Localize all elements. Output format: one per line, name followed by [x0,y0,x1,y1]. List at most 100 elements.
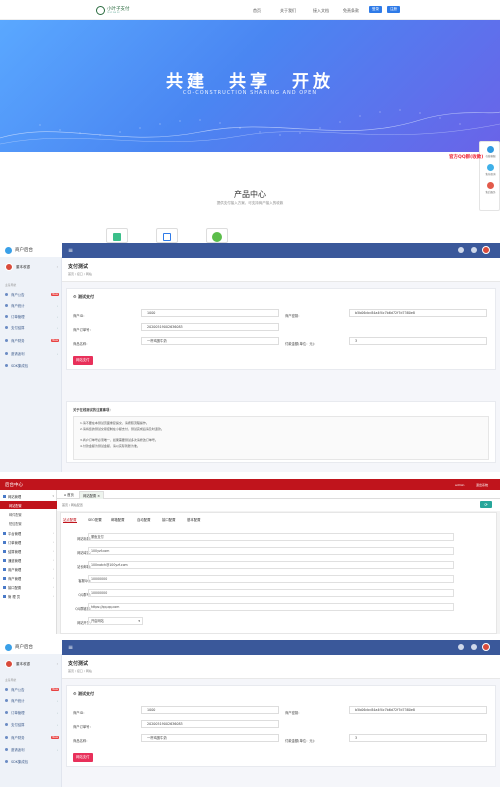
sidebar-item-settlement[interactable]: 支付结算 › [0,323,62,332]
sidebar-item-invite[interactable]: 邀请返利 › [0,745,62,754]
sidebar-item-invite[interactable]: 邀请返利 › [0,349,62,358]
sidebar-item-finance[interactable]: 商户财务 New [0,336,62,345]
sidebar-item-sms-config[interactable]: 短信配置 [0,519,57,527]
user-profile[interactable]: 董本收银 › [0,659,62,669]
sidebar-item-mail-config[interactable]: 邮件配置 [0,510,57,518]
nav-home[interactable]: 首页 [253,8,261,14]
side-presale[interactable]: 售前咨询 [480,164,500,176]
merchant-key-field[interactable]: b5b06dcc84a4f4c7b6d72f7d7380e8 [349,309,487,317]
qq-group-input[interactable]: 10000000 [88,589,454,597]
order-no-field[interactable]: 20200519002636083 [141,323,279,331]
sidebar-item-label: 邀请返利 [11,748,25,752]
nav-terms[interactable]: 免责条款 [343,8,359,14]
product-name-field[interactable]: 一杯鸡蛋牛奶 [141,734,279,742]
sidebar-item-settlement[interactable]: 支付结算 › [0,720,62,729]
sidebar-item-notice[interactable]: 商户公告 New [0,685,62,694]
merchant-id-field[interactable]: 1000 [141,309,279,317]
product-name-field[interactable]: 一杯鸡蛋牛奶 [141,337,279,345]
list-icon [5,315,8,318]
site-switch-select[interactable]: 开启网站 ▾ [88,617,143,625]
nav-docs[interactable]: 接入文档 [313,8,329,14]
web-pay-button[interactable]: 网站支付 [73,753,93,762]
subtab-api[interactable]: 接口配置 [162,517,176,522]
admin2-user[interactable]: admin [455,483,464,487]
order-no-field[interactable]: 20200519002636083 [141,720,279,728]
official-group-link[interactable]: 官方QQ群(收款) [449,154,483,160]
sidebar-item-finance[interactable]: 商户财务 New [0,733,62,742]
sidebar-item-orders[interactable]: 订单管理 › [0,708,62,717]
breadcrumb[interactable]: 首页 / 网站配置 [62,503,83,507]
merchant-key-field[interactable]: b5b06dcc84a4f4c7b6d72f7d7380e8 [349,706,487,714]
sidebar-item-api[interactable]: 接口配置 › [0,583,57,591]
avatar[interactable] [482,246,490,254]
site-domain-input[interactable]: 100yzf.com [88,547,454,555]
plug-icon [3,585,6,589]
sidebar-item-site-config[interactable]: 网站配置 [0,501,57,509]
sidebar-item-sdk[interactable]: SDK集成包 [0,361,62,370]
tab-home[interactable]: ⌂ 首页 [61,491,77,499]
sidebar-item-site[interactable]: 网站管理 ▾ [0,492,57,500]
subtab-seo[interactable]: SEO配置 [88,517,102,522]
sidebar-item-notice[interactable]: 商户公告 New [0,290,62,299]
subtab-mail[interactable]: 邮箱配置 [111,517,125,522]
sidebar-item-admins[interactable]: 管 理 员 › [0,592,57,600]
subtab-site[interactable]: 站点配置 [63,517,77,523]
home-icon [3,494,6,498]
page-title: 支付测试 [68,661,89,667]
message-icon[interactable] [471,247,477,253]
sidebar-item-orders[interactable]: 订单管理 › [0,538,57,546]
sidebar-item-users[interactable]: 用户管理 › [0,565,57,573]
notification-icon[interactable] [458,644,464,650]
qq-group-link-input[interactable]: https://qq.qq.com [88,603,454,611]
nav-about[interactable]: 关于我们 [280,8,296,14]
merchant-id-field[interactable]: 1000 [141,706,279,714]
sidebar-item-merchants[interactable]: 商户管理 › [0,574,57,582]
sidebar-item-settlement[interactable]: 结算管理 › [0,547,57,555]
money-icon [5,326,8,329]
wallet-icon [5,339,8,342]
chevron-right-icon: › [52,585,54,589]
tab-site-config[interactable]: 网站配置 × [79,491,105,499]
brand-logo-icon [5,246,12,254]
sidebar-item-label: 商户公告 [11,688,25,692]
subtab-basic[interactable]: 基本配置 [187,517,201,522]
subtab-auto[interactable]: 自动配置 [137,517,151,522]
logout-link[interactable]: 退出系统 [476,483,488,487]
sidebar-item-channels[interactable]: 通道管理 › [0,556,57,564]
breadcrumb[interactable]: 首页 / 接口 / 网站 [68,669,92,673]
product-card[interactable] [206,228,228,243]
amount-field[interactable]: 3 [349,734,487,742]
product-center-title: 产品中心 [234,190,266,199]
tab-label: 网站配置 [83,494,97,498]
user-profile[interactable]: 董本收银 › [0,262,62,272]
notification-icon[interactable] [458,247,464,253]
card-title: ⚙ 测试支付 [73,691,94,697]
register-button[interactable]: 注册 [387,6,400,13]
admin-email-input[interactable]: 100notch@100yzf.com [88,561,454,569]
menu-toggle-icon[interactable]: ≡ [68,644,73,651]
message-icon[interactable] [471,644,477,650]
sidebar-item-stats[interactable]: 商户统计 › [0,696,62,705]
login-button[interactable]: 登录 [369,6,382,13]
product-card[interactable] [106,228,128,243]
service-qq-input[interactable]: 10000000 [88,575,454,583]
site-logo[interactable]: 小叶子支付 YE ZI ZHI FU [96,5,156,15]
menu-toggle-icon[interactable]: ≡ [68,247,73,254]
sidebar-item-sdk[interactable]: SDK集成包 [0,757,62,766]
sidebar-item-orders[interactable]: 订单管理 › [0,312,62,321]
breadcrumb[interactable]: 首页 / 接口 / 网站 [68,272,92,276]
web-pay-button[interactable]: 网站支付 [73,356,93,365]
merchant-id-label: 商户ID： [73,314,87,318]
site-title-input[interactable]: 董鱼支付 [88,533,454,541]
refresh-icon[interactable]: ⟳ [480,501,492,508]
product-card[interactable] [156,228,178,243]
merchant-id-label: 商户ID： [73,711,87,715]
close-icon[interactable]: × [97,494,100,498]
sidebar-item-stats[interactable]: 商户统计 › [0,301,62,310]
amount-field[interactable]: 3 [349,337,487,345]
sidebar-item-platform[interactable]: 平台管理 › [0,529,57,537]
admin-brand: 商户后台 [0,243,62,257]
avatar[interactable] [482,643,490,651]
notice-title: 关于在线测试的注意事项： [73,408,113,412]
chevron-right-icon: › [56,303,58,308]
